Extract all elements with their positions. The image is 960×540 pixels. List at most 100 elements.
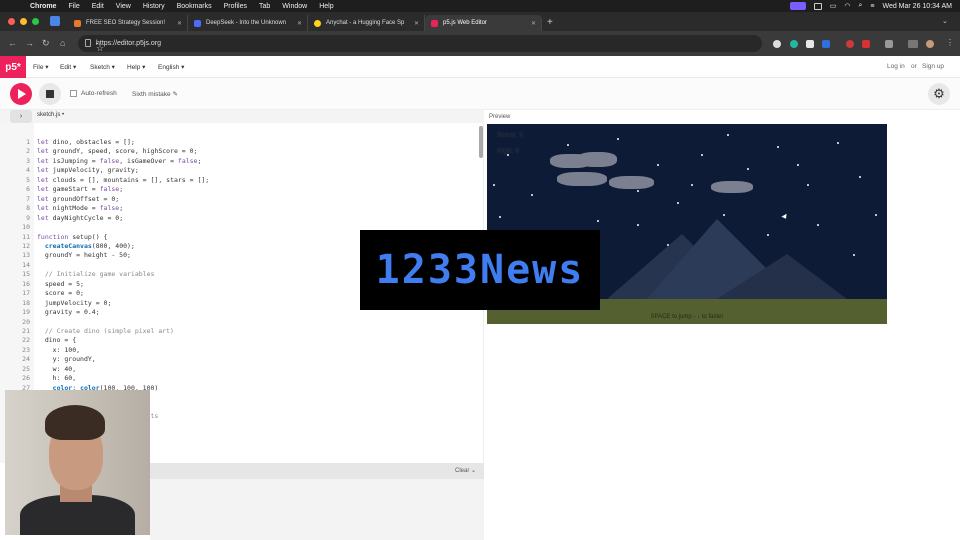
code-line[interactable]: let clouds = [], mountains = [], stars =… (37, 176, 209, 184)
menu-tab[interactable]: Tab (259, 3, 270, 10)
close-tab-icon[interactable]: ✕ (414, 20, 419, 27)
reload-icon[interactable]: ↻ (42, 38, 50, 49)
p5-menu-language[interactable]: English ▾ (158, 63, 184, 71)
p5-favicon-icon (431, 19, 438, 27)
wifi-icon[interactable]: ◠ (844, 2, 850, 10)
code-line[interactable]: // Create dino (simple pixel art) (37, 327, 174, 335)
p5-menu-file[interactable]: File ▾ (33, 63, 49, 71)
menu-profiles[interactable]: Profiles (224, 3, 247, 10)
menu-history[interactable]: History (143, 3, 165, 10)
console-clear-button[interactable]: Clear ⌄ (455, 467, 476, 474)
minimize-window-icon[interactable] (20, 18, 27, 25)
auto-refresh-checkbox[interactable] (70, 90, 77, 97)
menu-window[interactable]: Window (282, 3, 307, 10)
datetime[interactable]: Wed Mar 26 10:34 AM (882, 3, 952, 10)
search-icon[interactable]: ⌕ (858, 2, 862, 10)
stop-button[interactable] (39, 83, 61, 105)
signup-link[interactable]: Sign up (922, 63, 944, 70)
battery-icon[interactable]: ▭ (830, 2, 837, 10)
expand-sidebar-button[interactable]: › (10, 110, 32, 123)
code-line[interactable]: groundY = height - 50; (37, 251, 131, 259)
code-line[interactable]: // Initialize game variables (37, 270, 155, 278)
close-tab-icon[interactable]: ✕ (177, 20, 182, 27)
code-line[interactable]: h: 60, (37, 374, 77, 382)
menu-file[interactable]: File (68, 3, 79, 10)
menu-edit[interactable]: Edit (92, 3, 104, 10)
sketch-name[interactable]: Sixth mistake ✎ (132, 90, 178, 98)
p5-logo[interactable]: p5* (0, 56, 26, 78)
code-line[interactable]: let groundY, speed, score, highScore = 0… (37, 147, 197, 155)
extension-6-icon[interactable] (862, 40, 870, 48)
p5-menu-help[interactable]: Help ▾ (127, 63, 145, 71)
control-center-icon[interactable]: ≡ (870, 3, 874, 10)
tab-deepseek[interactable]: DeepSeek - Into the Unknown ✕ (188, 15, 308, 31)
code-line[interactable]: y: groundY, (37, 355, 96, 363)
sidebar-icon[interactable] (908, 40, 918, 48)
tab-list-chevron-icon[interactable]: ⌄ (942, 17, 948, 25)
extension-5-icon[interactable] (846, 40, 854, 48)
browser-tab-strip: FREE SEO Strategy Session! ✕ DeepSeek - … (0, 12, 960, 31)
tab-anychat[interactable]: Anychat - a Hugging Face Sp ✕ (308, 15, 425, 31)
new-tab-icon[interactable]: + (547, 17, 553, 28)
menu-help[interactable]: Help (319, 3, 333, 10)
close-tab-icon[interactable]: ✕ (297, 20, 302, 27)
login-link[interactable]: Log in (887, 63, 905, 70)
extensions-puzzle-icon[interactable] (885, 40, 893, 48)
code-line[interactable]: let dayNightCycle = 0; (37, 214, 123, 222)
p5-menu-sketch[interactable]: Sketch ▾ (90, 63, 115, 71)
browser-menu-icon[interactable]: ⋮ (946, 38, 954, 47)
extension-2-icon[interactable] (790, 40, 798, 48)
tab-seo[interactable]: FREE SEO Strategy Session! ✕ (68, 15, 188, 31)
site-info-icon[interactable] (85, 39, 91, 47)
extension-3-icon[interactable] (806, 40, 814, 48)
code-line[interactable]: let jumpVelocity, gravity; (37, 166, 139, 174)
file-tab-sketch[interactable]: sketch.js • (37, 112, 64, 118)
p5-menu-edit[interactable]: Edit ▾ (60, 63, 76, 71)
forward-icon[interactable]: → (25, 38, 34, 48)
url-text[interactable]: https://editor.p5js.org (96, 40, 161, 47)
tab-label: Anychat - a Hugging Face Sp (326, 20, 405, 26)
settings-gear-icon[interactable]: ⚙ (928, 83, 950, 105)
bookmark-star-icon[interactable]: ☆ (96, 42, 104, 53)
code-line[interactable]: function setup() { (37, 233, 107, 241)
code-line[interactable]: w: 40, (37, 365, 77, 373)
code-line[interactable]: let groundOffset = 0; (37, 195, 119, 203)
code-line[interactable]: let dino, obstacles = []; (37, 138, 135, 146)
code-line[interactable]: let gameStart = false; (37, 185, 123, 193)
zoom-window-icon[interactable] (32, 18, 39, 25)
extension-4-icon[interactable] (822, 40, 830, 48)
close-tab-icon[interactable]: ✕ (531, 20, 536, 27)
tab-search-icon[interactable] (50, 16, 60, 26)
code-line[interactable]: jumpVelocity = 0; (37, 299, 112, 307)
screen-icon[interactable] (813, 2, 822, 10)
menu-app[interactable]: Chrome (30, 3, 56, 10)
home-icon[interactable]: ⌂ (60, 38, 65, 48)
code-line[interactable]: score = 0; (37, 289, 84, 297)
line-number: 3 (26, 156, 30, 165)
line-number: 14 (22, 260, 30, 269)
extension-1-icon[interactable] (773, 40, 781, 48)
controls-hint: SPACE to jump - ↓ to faster (650, 314, 724, 320)
code-line[interactable]: dino = { (37, 336, 76, 344)
menu-view[interactable]: View (116, 3, 131, 10)
code-line[interactable]: speed = 5; (37, 280, 84, 288)
address-bar[interactable]: https://editor.p5js.org ☆ (78, 35, 762, 53)
tab-p5-editor[interactable]: p5.js Web Editor ✕ (425, 15, 542, 31)
recording-indicator-icon[interactable] (789, 2, 806, 10)
code-line[interactable]: x: 100, (37, 346, 80, 354)
line-number: 24 (22, 355, 30, 364)
code-line[interactable]: createCanvas(800, 400); (37, 242, 135, 250)
editor-scrollbar[interactable] (479, 126, 483, 158)
line-number: 18 (22, 298, 30, 307)
profile-avatar-icon[interactable] (926, 40, 934, 48)
p5-header: p5* File ▾ Edit ▾ Sketch ▾ Help ▾ Englis… (0, 56, 960, 78)
code-line[interactable]: let isJumping = false, isGameOver = fals… (37, 157, 201, 165)
close-window-icon[interactable] (8, 18, 15, 25)
line-number: 23 (22, 345, 30, 354)
line-number: 10 (22, 223, 30, 232)
code-line[interactable]: let nightMode = false; (37, 204, 123, 212)
menu-bookmarks[interactable]: Bookmarks (177, 3, 212, 10)
back-icon[interactable]: ← (8, 38, 17, 48)
play-button[interactable] (10, 83, 32, 105)
code-line[interactable]: gravity = 0.4; (37, 308, 100, 316)
